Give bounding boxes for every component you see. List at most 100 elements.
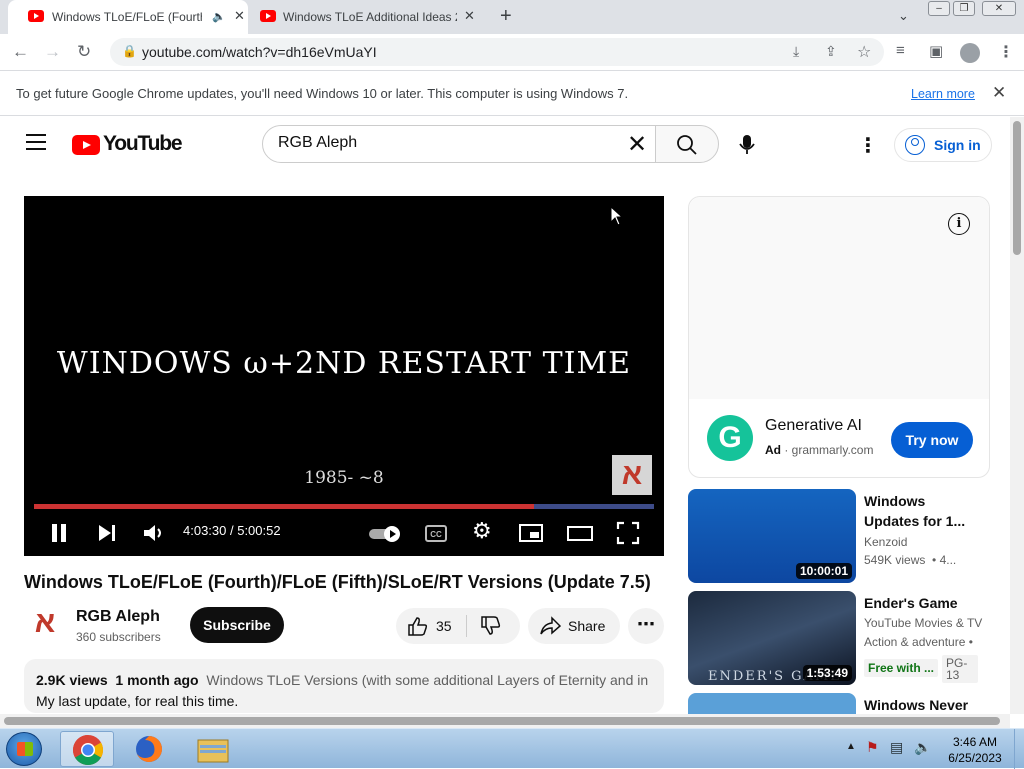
channel-avatar[interactable]: א xyxy=(28,606,62,640)
infobar-close-icon[interactable]: ✕ xyxy=(992,83,1006,103)
chrome-taskbar-button[interactable] xyxy=(60,731,114,767)
menu-icon[interactable] xyxy=(26,134,46,150)
mouse-cursor-icon xyxy=(610,206,624,226)
volume-tray-icon[interactable]: 🔈 xyxy=(914,739,931,756)
search-button[interactable] xyxy=(655,125,719,163)
player-controls: 4:03:30 / 5:00:52 CC ⚙ xyxy=(24,514,664,556)
rating-badge: PG-13 xyxy=(942,655,978,683)
search-box[interactable]: ✕ xyxy=(262,125,656,163)
video-player[interactable]: WINDOWS ω+2ND RESTART TIME 1985- ~8 א 4:… xyxy=(24,196,664,556)
learn-more-link[interactable]: Learn more xyxy=(911,87,975,101)
progress-bar[interactable] xyxy=(34,504,654,509)
svg-text:CC: CC xyxy=(430,530,442,539)
reload-icon[interactable]: ↻ xyxy=(77,42,91,62)
side-panel-icon[interactable]: ▣ xyxy=(929,42,943,60)
lock-icon[interactable]: 🔒 xyxy=(122,44,137,58)
share-button[interactable]: Share xyxy=(528,608,620,644)
youtube-favicon-icon xyxy=(28,10,44,22)
network-icon[interactable]: ▤ xyxy=(890,739,903,756)
tab-title: Windows TLoE/FLoE (Fourth xyxy=(52,10,202,24)
video-thumbnail[interactable]: ENDER'S GAME 1:53:49 xyxy=(688,591,856,685)
start-button[interactable] xyxy=(6,732,42,766)
settings-gear-icon[interactable]: ⚙ xyxy=(472,518,492,544)
recommendation-channel[interactable]: YouTube Movies & TV xyxy=(864,616,982,630)
explorer-taskbar-button[interactable] xyxy=(186,731,240,767)
pause-icon[interactable] xyxy=(48,522,70,544)
sign-in-button[interactable]: Sign in xyxy=(894,128,992,162)
ad-media[interactable] xyxy=(689,197,989,399)
update-infobar: To get future Google Chrome updates, you… xyxy=(0,72,1024,116)
time-display: 4:03:30 / 5:00:52 xyxy=(183,523,281,538)
channel-name[interactable]: RGB Aleph xyxy=(76,608,160,626)
fullscreen-icon[interactable] xyxy=(616,521,640,545)
chrome-menu-icon[interactable]: ⋮ xyxy=(998,42,1014,62)
tab-close-icon[interactable]: ✕ xyxy=(234,8,245,24)
video-duration: 1:53:49 xyxy=(802,665,852,681)
youtube-wordmark[interactable]: YouTube xyxy=(103,132,183,156)
horizontal-scroll-thumb[interactable] xyxy=(4,717,1000,725)
url-text[interactable]: youtube.com/watch?v=dh16eVmUaYI xyxy=(142,44,377,60)
system-clock[interactable]: 3:46 AM 6/25/2023 xyxy=(940,734,1010,766)
dislike-button[interactable] xyxy=(467,608,520,644)
like-button[interactable]: 35 xyxy=(396,608,466,644)
channel-watermark[interactable]: א xyxy=(612,455,652,495)
close-window-button[interactable]: ✕ xyxy=(982,1,1016,16)
recommendation-title[interactable]: Windows Updates for 1... xyxy=(864,491,984,531)
back-arrow-icon[interactable]: ← xyxy=(12,42,29,62)
new-tab-button[interactable]: + xyxy=(500,5,512,28)
subscribe-button[interactable]: Subscribe xyxy=(190,607,284,643)
vertical-scroll-thumb[interactable] xyxy=(1013,121,1021,255)
horizontal-scrollbar[interactable] xyxy=(0,714,1010,728)
address-bar[interactable]: 🔒 youtube.com/watch?v=dh16eVmUaYI ⤓ ⇪ ☆ xyxy=(110,38,884,66)
minimize-button[interactable]: – xyxy=(928,1,950,16)
profile-avatar-icon[interactable] xyxy=(960,43,980,63)
description-second-line: My last update, for real this time. xyxy=(36,693,239,709)
voice-search-button[interactable] xyxy=(733,127,761,161)
install-icon[interactable]: ⤓ xyxy=(793,43,799,60)
tab-active[interactable]: Windows TLoE/FLoE (Fourth 🔈 ✕ xyxy=(8,0,248,34)
captions-icon[interactable]: CC xyxy=(424,522,448,544)
youtube-logo-icon[interactable] xyxy=(72,135,100,155)
miniplayer-icon[interactable] xyxy=(518,522,544,544)
more-actions-button[interactable]: ⋯ xyxy=(628,608,664,644)
show-desktop-button[interactable] xyxy=(1014,729,1024,769)
recommendation-item[interactable]: ENDER'S GAME 1:53:49 Ender's Game YouTub… xyxy=(688,591,998,687)
next-icon[interactable] xyxy=(96,522,118,544)
ad-headline[interactable]: Generative AI xyxy=(765,417,862,435)
description-box[interactable]: 2.9K views 1 month ago Windows TLoE Vers… xyxy=(24,659,664,713)
share-page-icon[interactable]: ⇪ xyxy=(825,43,837,60)
ad-info-icon[interactable]: i xyxy=(948,213,970,235)
video-thumbnail[interactable]: 10:00:01 xyxy=(688,489,856,583)
media-controls-icon[interactable]: ≡ xyxy=(896,42,905,59)
grammarly-logo: G xyxy=(707,415,753,461)
description-first-line: Windows TLoE Versions (with some additio… xyxy=(206,672,648,688)
search-input[interactable] xyxy=(278,134,608,152)
vertical-scrollbar[interactable] xyxy=(1010,117,1024,714)
maximize-button[interactable]: ❐ xyxy=(953,1,975,16)
tab-close-icon[interactable]: ✕ xyxy=(464,8,475,24)
recommendation-title[interactable]: Windows Never xyxy=(864,695,994,714)
recommendation-item[interactable]: 10:00:01 Windows Updates for 1... Kenzoi… xyxy=(688,489,998,585)
ad-card[interactable]: i G Generative AI Ad · grammarly.com Try… xyxy=(688,196,990,478)
show-hidden-icons-icon[interactable]: ▲ xyxy=(846,741,856,752)
forward-arrow-icon[interactable]: → xyxy=(44,42,61,62)
theater-mode-icon[interactable] xyxy=(566,522,594,544)
recommendation-title[interactable]: Ender's Game xyxy=(864,593,984,613)
action-center-icon[interactable]: ⚑ xyxy=(866,739,879,756)
tab-inactive[interactable]: Windows TLoE Additional Ideas 2 ✕ xyxy=(252,0,488,34)
firefox-taskbar-button[interactable] xyxy=(122,731,176,767)
recommendation-item[interactable]: Windows Never xyxy=(688,693,998,714)
tab-search-chevron-icon[interactable]: ⌄ xyxy=(898,8,909,24)
video-title: Windows TLoE/FLoE (Fourth)/FLoE (Fifth)/… xyxy=(24,572,651,592)
video-duration: 10:00:01 xyxy=(795,563,852,579)
volume-icon[interactable] xyxy=(142,522,166,544)
firefox-icon xyxy=(136,736,162,762)
clear-search-icon[interactable]: ✕ xyxy=(627,130,647,159)
bookmark-star-icon[interactable]: ☆ xyxy=(857,42,871,62)
ad-cta-button[interactable]: Try now xyxy=(891,422,973,458)
autoplay-toggle-icon[interactable] xyxy=(368,522,402,544)
video-thumbnail[interactable] xyxy=(688,693,856,714)
recommendation-channel[interactable]: Kenzoid xyxy=(864,535,907,549)
settings-dots-icon[interactable]: ⋮ xyxy=(858,133,878,158)
speaker-icon[interactable]: 🔈 xyxy=(212,10,226,23)
